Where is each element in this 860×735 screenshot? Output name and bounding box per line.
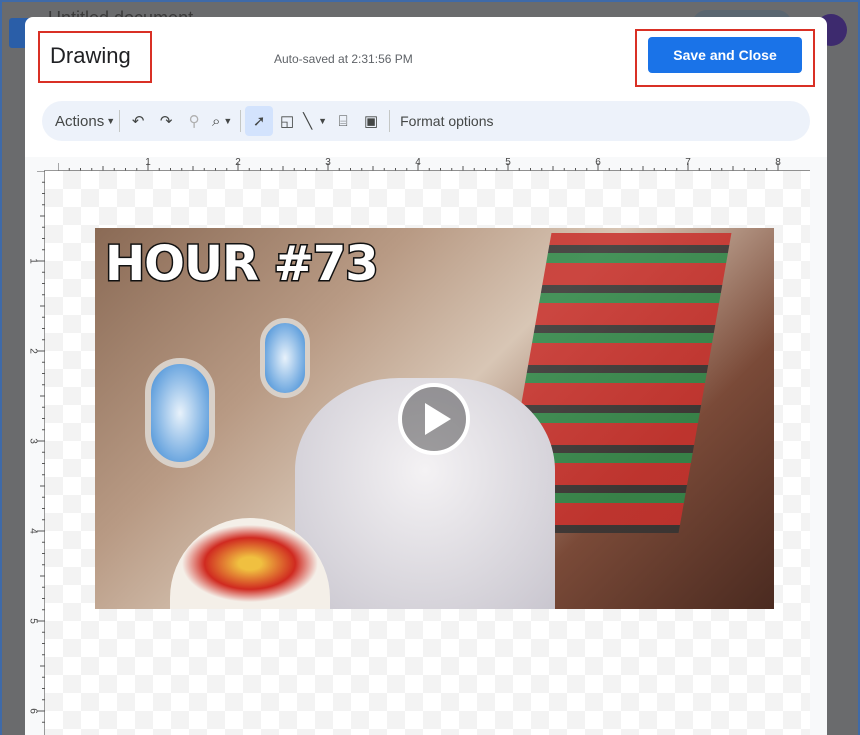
actions-label: Actions xyxy=(55,112,105,130)
redo-icon[interactable]: ↷ xyxy=(152,106,180,136)
text-box-icon[interactable]: ⌸ xyxy=(329,106,357,136)
ruler-label: 6 xyxy=(27,708,38,714)
divider xyxy=(119,110,121,132)
ruler-label: 4 xyxy=(27,528,38,534)
drawing-dialog: Drawing Auto-saved at 2:31:56 PM Save an… xyxy=(25,17,827,735)
line-icon[interactable]: ╲ ▼ xyxy=(301,106,329,136)
window xyxy=(145,358,215,468)
format-options-button[interactable]: Format options xyxy=(394,106,499,136)
ruler-label: 3 xyxy=(27,438,38,444)
ruler-label: 1 xyxy=(27,258,38,264)
actions-menu[interactable]: Actions ▼ xyxy=(55,106,115,136)
thumbnail-overlay-text: HOUR #73 xyxy=(104,235,381,294)
ruler-label: 8 xyxy=(775,157,781,168)
dialog-title: Drawing xyxy=(50,43,131,68)
ruler-label: 1 xyxy=(145,157,151,168)
vertical-ruler: 1 2 3 4 5 6 xyxy=(27,171,45,723)
zoom-icon[interactable]: ⌕ ▼ xyxy=(208,106,236,136)
video-thumbnail-image[interactable]: HOUR #73 xyxy=(95,228,774,609)
horizontal-ruler: 1 2 3 4 5 6 7 8 xyxy=(58,157,810,171)
window xyxy=(260,318,310,398)
ruler-label: 7 xyxy=(685,157,691,168)
ruler-label: 6 xyxy=(595,157,601,168)
autosave-status: Auto-saved at 2:31:56 PM xyxy=(274,52,413,66)
save-and-close-button[interactable]: Save and Close xyxy=(648,37,802,73)
undo-icon[interactable]: ↶ xyxy=(124,106,152,136)
divider xyxy=(240,110,242,132)
ruler-label: 5 xyxy=(505,157,511,168)
ruler-label: 5 xyxy=(27,618,38,624)
image-icon[interactable]: ▣ xyxy=(357,106,385,136)
dropdown-arrow-icon: ▼ xyxy=(106,115,116,126)
ruler-label: 4 xyxy=(415,157,421,168)
ruler-label: 3 xyxy=(325,157,331,168)
divider xyxy=(389,110,391,132)
ruler-label: 2 xyxy=(27,348,38,354)
paint-format-icon[interactable]: ⚲ xyxy=(180,106,208,136)
drawing-canvas[interactable]: 1 2 3 4 5 6 7 8 1 2 3 4 5 6 HOUR #73 xyxy=(25,157,827,735)
select-icon[interactable]: ➚ xyxy=(245,106,274,136)
ruler-label: 2 xyxy=(235,157,241,168)
shape-icon[interactable]: ◱ xyxy=(273,106,301,136)
toolbar: Actions ▼ ↶ ↷ ⚲ ⌕ ▼ ➚ ◱ ╲ ▼ ⌸ ▣ Format opti… xyxy=(42,101,810,141)
play-icon[interactable] xyxy=(398,383,470,455)
